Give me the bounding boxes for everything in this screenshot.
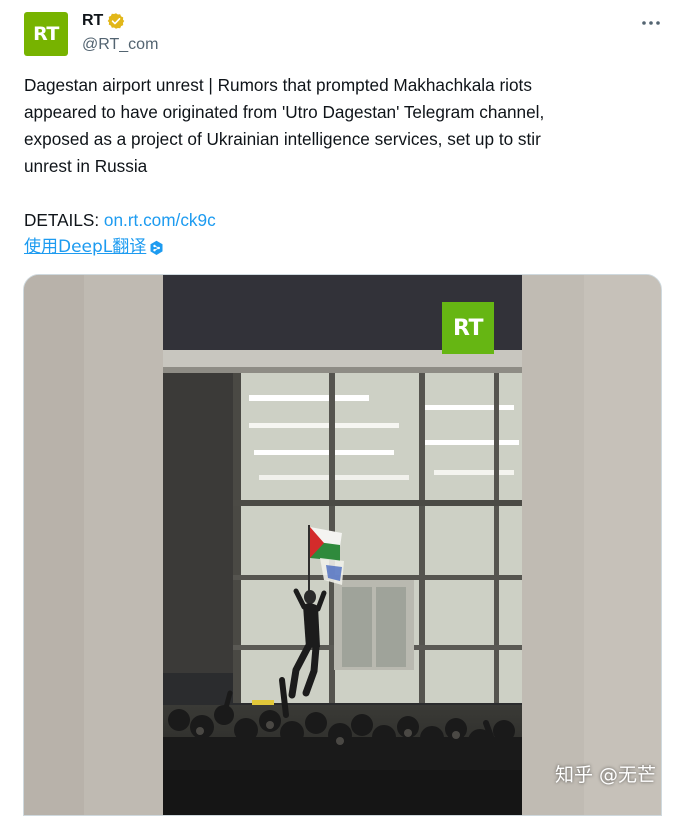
watermark: 知乎 @无芒 xyxy=(555,764,657,786)
rt-logo-overlay: RT xyxy=(442,302,494,354)
details-row: DETAILS: on.rt.com/ck9c xyxy=(24,207,216,234)
tweet-text-line: appeared to have originated from 'Utro D… xyxy=(24,102,545,122)
tweet-text: Dagestan airport unrest | Rumors that pr… xyxy=(24,72,654,180)
verified-badge-icon xyxy=(108,13,125,29)
deepl-badge-icon xyxy=(150,240,163,255)
avatar-logo-text: RT xyxy=(33,23,59,45)
translate-button[interactable]: 使用DeepL翻译 xyxy=(24,234,164,261)
more-horizontal-icon xyxy=(642,21,660,25)
tweet-text-line: exposed as a project of Ukrainian intell… xyxy=(24,129,541,149)
media-photo xyxy=(24,275,661,815)
tweet-text-line: Dagestan airport unrest | Rumors that pr… xyxy=(24,75,532,95)
more-options-button[interactable] xyxy=(640,12,662,34)
author-handle[interactable]: @RT_com xyxy=(82,36,158,54)
details-label: DETAILS: xyxy=(24,210,104,230)
media-card[interactable]: RT xyxy=(23,274,662,816)
tweet-text-line: unrest in Russia xyxy=(24,156,148,176)
translate-label: 使用DeepL翻译 xyxy=(24,237,147,257)
rt-logo-text: RT xyxy=(453,315,483,341)
author-name[interactable]: RT xyxy=(82,12,103,30)
details-link[interactable]: on.rt.com/ck9c xyxy=(104,210,216,230)
author-avatar[interactable]: RT xyxy=(24,12,68,56)
author-name-row: RT xyxy=(82,12,125,30)
